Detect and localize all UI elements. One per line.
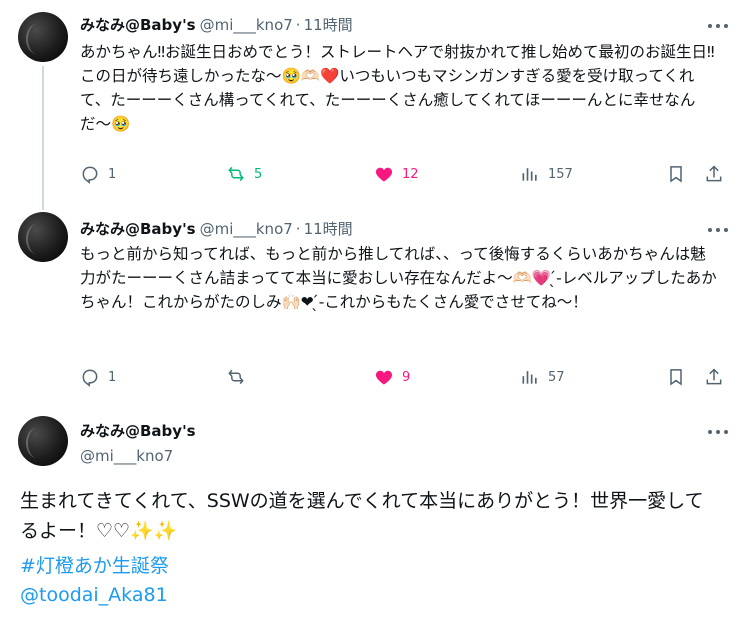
reply-icon xyxy=(82,369,98,387)
repost-icon xyxy=(228,166,244,182)
more-icon[interactable] xyxy=(708,23,728,29)
like-button[interactable]: 9 xyxy=(374,365,410,389)
reply-count: 1 xyxy=(108,166,117,182)
timestamp[interactable]: 11時間 xyxy=(304,14,353,35)
tweet-header: みなみ@Baby's @mi___kno7 xyxy=(80,420,196,465)
main-tweet[interactable]: みなみ@Baby's @mi___kno7 生まれてきてくれて、SSWの道を選ん… xyxy=(0,400,750,622)
thread-line xyxy=(42,66,44,210)
user-handle[interactable]: @mi___kno7 xyxy=(200,16,293,34)
bookmark-icon xyxy=(670,166,682,183)
user-handle[interactable]: @mi___kno7 xyxy=(80,447,196,465)
views-button[interactable]: 57 xyxy=(520,365,565,389)
mention-link[interactable]: @toodai_Aka81 xyxy=(20,584,168,606)
share-icon xyxy=(706,368,722,385)
bookmark-icon xyxy=(670,369,682,386)
separator: · xyxy=(295,15,301,34)
tweet-text: あかちゃん‼お誕生日おめでとう！ストレートヘアで射抜かれて推し始めて最初のお誕生… xyxy=(80,43,715,133)
repost-button[interactable]: 5 xyxy=(226,162,262,186)
hashtag-link[interactable]: #灯橙あか生誕祭 xyxy=(20,551,169,578)
like-count: 9 xyxy=(402,369,411,385)
avatar[interactable] xyxy=(18,416,68,466)
views-icon xyxy=(522,168,537,181)
tweet-2[interactable]: みなみ@Baby's @mi___kno7 · 11時間 もっと前から知ってれば… xyxy=(0,200,750,400)
action-bar: 1 9 57 xyxy=(80,365,730,389)
tweet-1[interactable]: みなみ@Baby's @mi___kno7 · 11時間 あかちゃん‼お誕生日お… xyxy=(0,0,750,210)
tweet-header: みなみ@Baby's @mi___kno7 · 11時間 xyxy=(80,14,353,35)
views-button[interactable]: 157 xyxy=(520,162,573,186)
views-count: 157 xyxy=(548,166,573,182)
heart-icon xyxy=(375,167,393,182)
share-button[interactable] xyxy=(704,162,724,186)
share-button[interactable] xyxy=(704,365,724,389)
user-handle[interactable]: @mi___kno7 xyxy=(200,220,293,238)
views-icon xyxy=(522,371,537,384)
timestamp[interactable]: 11時間 xyxy=(304,218,353,239)
display-name[interactable]: みなみ@Baby's xyxy=(80,218,196,239)
action-bar: 1 5 12 157 xyxy=(80,162,730,186)
tweet-header: みなみ@Baby's @mi___kno7 · 11時間 xyxy=(80,218,353,239)
display-name[interactable]: みなみ@Baby's xyxy=(80,420,196,441)
tweet-text: 生まれてきてくれて、SSWの道を選んでくれて本当にありがとう！世界一愛してるよー… xyxy=(20,490,704,542)
display-name[interactable]: みなみ@Baby's xyxy=(80,14,196,35)
heart-icon xyxy=(375,370,393,385)
more-icon[interactable] xyxy=(708,429,728,435)
avatar[interactable] xyxy=(18,212,68,262)
share-icon xyxy=(706,165,722,182)
views-count: 57 xyxy=(548,369,565,385)
avatar[interactable] xyxy=(18,12,68,62)
repost-count: 5 xyxy=(254,166,263,182)
reply-button[interactable]: 1 xyxy=(80,162,116,186)
repost-icon xyxy=(228,369,244,385)
repost-button[interactable] xyxy=(226,365,254,389)
bookmark-button[interactable] xyxy=(666,162,686,186)
tweet-text: もっと前から知ってれば、もっと前から推してれば、、って後悔するくらいあかちゃんは… xyxy=(80,245,717,311)
like-count: 12 xyxy=(402,166,419,182)
bookmark-button[interactable] xyxy=(666,365,686,389)
reply-button[interactable]: 1 xyxy=(80,365,116,389)
separator: · xyxy=(295,219,301,238)
reply-count: 1 xyxy=(108,369,117,385)
reply-icon xyxy=(82,166,98,184)
more-icon[interactable] xyxy=(708,227,728,233)
like-button[interactable]: 12 xyxy=(374,162,419,186)
